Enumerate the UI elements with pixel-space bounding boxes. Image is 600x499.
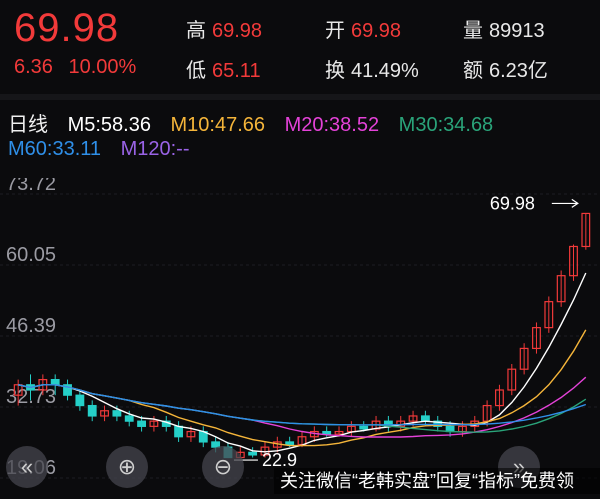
zoom-in-button[interactable]: ⊕ [106, 446, 148, 488]
stat-volume: 量 89913 [463, 20, 545, 42]
y-tick-label: 46.39 [6, 315, 56, 337]
ma120-value: M120:-- [120, 138, 190, 160]
candle-body [75, 394, 85, 407]
candle-body [420, 415, 430, 422]
y-tick-label: 60.05 [6, 244, 56, 266]
ma-row-1: 日线 M5:58.36 M10:47.66 M20:38.52 M30:34.6… [8, 108, 507, 137]
last-price: 69.98 [14, 6, 120, 50]
candle-body [137, 420, 146, 427]
section-divider [0, 94, 600, 100]
change-pct: 10.00% [68, 56, 137, 78]
ma20-value: M20:38.52 [284, 114, 380, 136]
candle-body [87, 404, 97, 417]
candle-body [322, 430, 332, 435]
candle-body [174, 425, 184, 438]
ma-line-m5 [18, 272, 587, 453]
zoom-in-icon: ⊕ [117, 454, 137, 479]
ma-line-m10 [18, 329, 587, 447]
price-change: 6.36 10.00% [14, 56, 136, 79]
ma30-value: M30:34.68 [398, 114, 494, 136]
ma60-value: M60:33.11 [8, 138, 102, 160]
ma-line-m30 [18, 384, 587, 433]
candle-body [285, 441, 295, 446]
stat-amount: 额 6.23亿 [463, 60, 548, 82]
ma-legend: 日线 M5:58.36 M10:47.66 M20:38.52 M30:34.6… [0, 108, 600, 168]
y-tick-label: 73.72 [6, 178, 56, 195]
change-abs: 6.36 [14, 56, 53, 78]
ma-row-2: M60:33.11 M120:-- [8, 138, 204, 161]
ma-line-m60 [18, 384, 587, 426]
candle-body [359, 425, 369, 430]
zoom-out-icon: ⊖ [213, 454, 233, 479]
period-label[interactable]: 日线 [8, 114, 48, 136]
candle-body [50, 378, 60, 386]
zoom-out-button[interactable]: ⊖ [202, 446, 244, 488]
ma10-value: M10:47.66 [170, 114, 266, 136]
watermark-banner: 关注微信“老韩实盘”回复“指标”免费领 [274, 468, 600, 494]
stat-open: 开 69.98 [325, 20, 402, 42]
quote-header: 69.98 6.36 10.00% 高 69.98 低 65.11 开 69.98 换… [0, 0, 600, 92]
stat-turnover: 换 41.49% [325, 60, 419, 82]
double-chevron-left-icon: « [20, 454, 34, 479]
candle-body [248, 451, 258, 456]
stat-high: 高 69.98 [186, 20, 263, 42]
scroll-left-button[interactable]: « [6, 446, 48, 488]
high-marker-label: 69.98 [490, 193, 535, 213]
candle-body [124, 415, 134, 422]
candle-body [112, 410, 122, 417]
ma5-value: M5:58.36 [67, 114, 151, 136]
stat-low: 低 65.11 [186, 60, 261, 82]
